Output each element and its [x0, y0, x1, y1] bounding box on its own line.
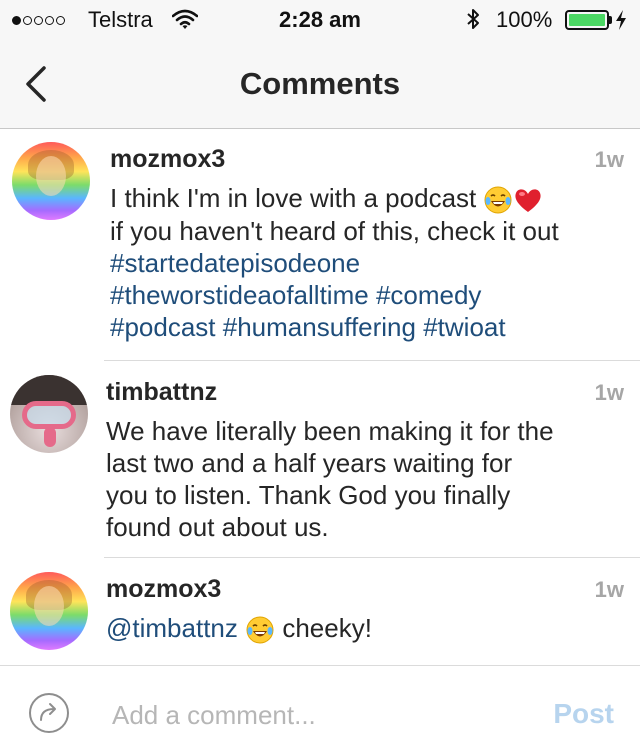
avatar[interactable] [10, 572, 88, 650]
comment-text-segment [216, 312, 223, 342]
comment-timestamp: 1w [594, 380, 624, 405]
avatar-snorkel [44, 427, 56, 447]
avatar-face [36, 156, 66, 196]
comment-text-segment: I think I'm in love with a podcast [110, 183, 484, 213]
comment-text: We have literally been making it for the… [106, 415, 554, 543]
comment-item: mozmox3 1w I think I'm in love with a po… [0, 128, 640, 360]
hashtag-link[interactable]: #humansuffering [223, 312, 416, 342]
comment-username[interactable]: mozmox3 [106, 575, 221, 604]
avatar[interactable] [12, 142, 90, 220]
comment-text: @timbattnz cheeky! [106, 612, 372, 645]
comment-line: if you haven't heard of this, check it o… [110, 215, 559, 247]
comment-line: We have literally been making it for the [106, 415, 554, 447]
comment-line: last two and a half years waiting for [106, 447, 554, 479]
comment-line: you to listen. Thank God you finally [106, 479, 554, 511]
hashtag-link[interactable]: #comedy [376, 280, 482, 310]
comment-timestamp: 1w [594, 147, 624, 172]
comment-text-segment: if you haven't heard of this, check it o… [110, 216, 559, 247]
hashtag-link[interactable]: #theworstideaofalltime [110, 280, 369, 310]
laughing-tears-emoji [484, 186, 512, 214]
comment-line: found out about us. [106, 511, 554, 543]
comment-line: #theworstideaofalltime #comedy [110, 279, 559, 311]
status-bar: Telstra 2:28 am 100% [0, 0, 640, 40]
share-arrow-icon[interactable] [28, 692, 70, 734]
battery-percentage: 100% [496, 7, 553, 32]
avatar-goggles [22, 401, 76, 429]
comment-input[interactable] [110, 696, 514, 734]
comment-line: @timbattnz cheeky! [106, 612, 372, 645]
charging-icon [616, 10, 626, 30]
battery-tip [609, 16, 612, 24]
comment-text-segment: last two and a half years waiting for [106, 448, 513, 478]
battery-icon [565, 10, 609, 30]
comment-text-segment: cheeky! [275, 613, 372, 643]
comment-text-segment: found out about us. [106, 512, 329, 542]
mention-link[interactable]: @timbattnz [106, 613, 238, 643]
comment-username[interactable]: mozmox3 [110, 145, 225, 174]
comment-text-segment: you to listen. Thank God you finally [106, 480, 511, 510]
navigation-bar: Comments [0, 40, 640, 129]
red-heart-emoji [515, 189, 542, 213]
laughing-tears-emoji [246, 616, 274, 644]
hashtag-link[interactable]: #twioat [423, 312, 505, 342]
comment-text-segment [369, 280, 376, 310]
avatar-face [34, 586, 64, 626]
comment-text: I think I'm in love with a podcast if yo… [110, 182, 559, 343]
comment-username[interactable]: timbattnz [106, 378, 217, 407]
hashtag-link[interactable]: #podcast [110, 312, 216, 342]
comment-text-segment: We have literally been making it for the [106, 416, 554, 446]
comment-item: mozmox3 1w @timbattnz cheeky! [0, 558, 640, 664]
hashtag-link[interactable]: #startedatepisodeone [110, 248, 360, 278]
comment-text-segment [238, 613, 245, 643]
avatar[interactable] [10, 375, 88, 453]
post-button[interactable]: Post [553, 698, 614, 730]
comment-line: #startedatepisodeone [110, 247, 559, 279]
comment-timestamp: 1w [594, 577, 624, 602]
battery-level [569, 14, 605, 26]
comment-item: timbattnz 1w We have literally been maki… [0, 361, 640, 557]
comment-line: I think I'm in love with a podcast [110, 182, 559, 215]
comment-composer: Post [0, 665, 640, 743]
bluetooth-icon [467, 9, 479, 29]
page-title: Comments [239, 66, 401, 101]
comment-line: #podcast #humansuffering #twioat [110, 311, 559, 343]
